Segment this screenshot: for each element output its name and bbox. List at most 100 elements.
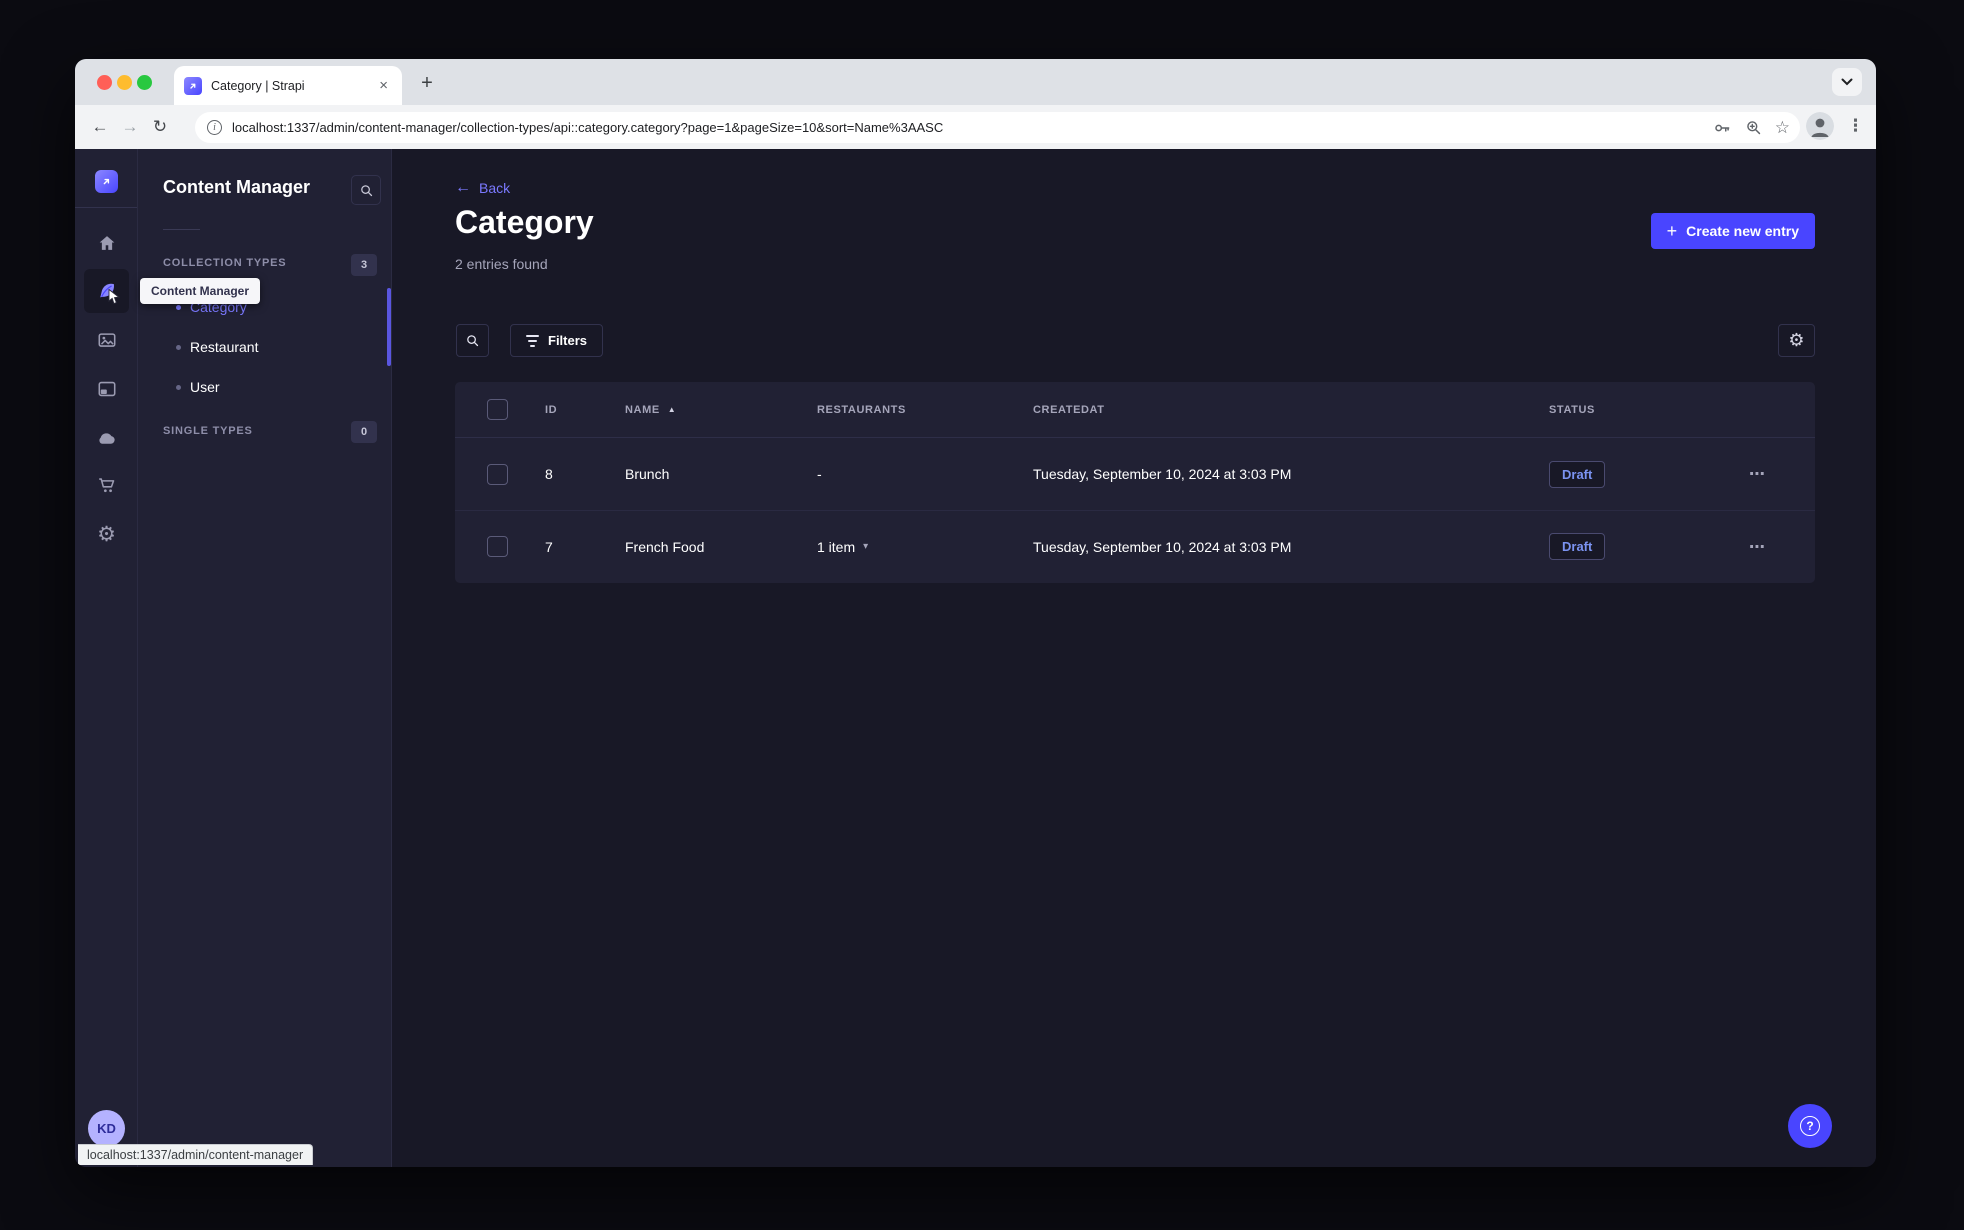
checkbox-cell <box>455 536 545 557</box>
help-button[interactable]: ? <box>1788 1104 1832 1148</box>
cursor-pointer-icon <box>108 289 121 305</box>
desktop: Category | Strapi × + ← → ↻ i localhost:… <box>0 0 1964 1230</box>
cell-name: French Food <box>625 538 705 555</box>
table-search-button[interactable] <box>456 324 489 357</box>
link-status-tooltip: localhost:1337/admin/content-manager <box>78 1144 314 1165</box>
filter-icon <box>526 334 539 347</box>
table-row[interactable]: 8 Brunch - Tuesday, September 10, 2024 at 3… <box>455 438 1815 510</box>
cell-name: Brunch <box>625 466 670 482</box>
strapi-logo[interactable] <box>95 170 118 193</box>
url-text[interactable]: localhost:1337/admin/content-manager/col… <box>232 120 943 135</box>
row-actions-button[interactable]: ⋯ <box>1739 539 1766 556</box>
media-library-icon[interactable] <box>84 320 129 360</box>
filters-button[interactable]: Filters <box>510 324 604 357</box>
status-cell: Draft <box>1549 460 1739 488</box>
bookmark-star-icon[interactable]: ☆ <box>1775 118 1790 138</box>
entries-table: ID NAME ▲ RESTAURANTS CREATEDAT STATUS 8 B… <box>455 382 1815 583</box>
subnav-search-button[interactable] <box>351 175 381 205</box>
window-minimize-button[interactable] <box>117 75 132 90</box>
cell-id: 7 <box>545 538 553 555</box>
content-type-builder-icon[interactable] <box>84 369 129 409</box>
rail-divider <box>75 207 137 208</box>
subnav-scrollbar-thumb[interactable] <box>387 288 391 366</box>
browser-tab[interactable]: Category | Strapi × <box>174 66 402 105</box>
subnav-title: Content Manager <box>163 177 311 197</box>
window-zoom-button[interactable] <box>137 75 152 90</box>
tab-search-chevron-icon[interactable] <box>1832 68 1862 96</box>
select-all-checkbox[interactable] <box>487 399 508 420</box>
restaurants-count: 1 item <box>817 538 856 555</box>
site-info-icon[interactable]: i <box>207 120 222 135</box>
single-types-badge: 0 <box>351 421 377 443</box>
create-new-entry-button[interactable]: + Create new entry <box>1650 213 1815 249</box>
browser-profile-avatar[interactable] <box>1806 112 1834 140</box>
subnav-item-user[interactable]: User <box>138 367 391 407</box>
tab-title: Category | Strapi <box>211 78 305 93</box>
checkbox-cell <box>455 463 545 485</box>
column-header-restaurants[interactable]: RESTAURANTS <box>817 404 1033 416</box>
table-row[interactable]: 7 French Food 1 item ▾ Tuesday, September 10… <box>455 510 1815 582</box>
browser-menu-kebab-icon[interactable]: ⋮ <box>1847 116 1864 136</box>
restaurants-count: - <box>817 466 822 482</box>
strapi-favicon-icon <box>184 76 202 95</box>
entries-count: 2 entries found <box>455 256 548 272</box>
main-nav-rail: ⚙ KD <box>75 149 138 1167</box>
subnav-item-label: User <box>190 379 220 395</box>
bullet-icon <box>176 344 181 350</box>
column-header-createdat[interactable]: CREATEDAT <box>1033 404 1549 416</box>
collection-types-label: COLLECTION TYPES <box>163 257 287 269</box>
home-icon[interactable] <box>84 223 129 263</box>
browser-window: Category | Strapi × + ← → ↻ i localhost:… <box>75 59 1876 1167</box>
back-arrow-icon: ← <box>455 179 471 196</box>
bullet-icon <box>176 304 181 310</box>
row-checkbox[interactable] <box>487 536 508 557</box>
settings-gear-icon[interactable]: ⚙ <box>84 514 129 554</box>
subnav-item-restaurant[interactable]: Restaurant <box>138 327 391 367</box>
password-key-icon[interactable] <box>1712 118 1732 138</box>
back-label: Back <box>479 180 511 196</box>
cloud-icon[interactable] <box>84 417 129 457</box>
content-manager-icon[interactable] <box>84 269 129 313</box>
cell-createdat: Tuesday, September 10, 2024 at 3:03 PM <box>1033 538 1292 555</box>
main-content: ← Back Category 2 entries found + Create… <box>392 149 1876 1167</box>
question-mark-icon: ? <box>1800 1116 1820 1136</box>
tab-close-icon[interactable]: × <box>375 77 392 94</box>
bullet-icon <box>176 384 181 390</box>
user-avatar[interactable]: KD <box>88 1110 125 1147</box>
chevron-down-icon: ▾ <box>863 541 869 552</box>
column-header-id[interactable]: ID <box>545 404 625 416</box>
table-header-row: ID NAME ▲ RESTAURANTS CREATEDAT STATUS <box>455 382 1815 438</box>
collection-types-badge: 3 <box>351 254 377 276</box>
sort-asc-icon: ▲ <box>667 405 677 414</box>
window-close-button[interactable] <box>97 75 112 90</box>
marketplace-cart-icon[interactable] <box>84 465 129 505</box>
address-bar[interactable]: i localhost:1337/admin/content-manager/c… <box>195 112 1800 143</box>
cell-createdat: Tuesday, September 10, 2024 at 3:03 PM <box>1033 466 1292 482</box>
content-manager-tooltip: Content Manager <box>140 278 261 304</box>
subnav-item-label: Restaurant <box>190 339 259 355</box>
collection-types-list: Category Restaurant User <box>138 287 391 407</box>
cell-id: 8 <box>545 466 553 482</box>
row-actions-button[interactable]: ⋯ <box>1739 466 1766 483</box>
browser-toolbar: ← → ↻ i localhost:1337/admin/content-man… <box>75 105 1876 149</box>
column-header-name[interactable]: NAME ▲ <box>625 404 817 416</box>
browser-forward-icon[interactable]: → <box>115 112 145 142</box>
view-settings-button[interactable]: ⚙ <box>1778 324 1815 357</box>
new-tab-button[interactable]: + <box>413 69 441 97</box>
back-link[interactable]: ← Back <box>455 179 510 197</box>
single-types-label: SINGLE TYPES <box>163 425 253 437</box>
plus-icon: + <box>1666 221 1678 241</box>
strapi-app: ⚙ KD Content Manager COLLECTION TYPES 3 … <box>75 149 1876 1167</box>
status-cell: Draft <box>1549 533 1739 560</box>
status-badge: Draft <box>1549 533 1606 560</box>
column-header-status[interactable]: STATUS <box>1549 404 1739 416</box>
gear-icon: ⚙ <box>1788 330 1805 350</box>
zoom-icon[interactable] <box>1744 118 1763 137</box>
cell-restaurants[interactable]: 1 item ▾ <box>817 539 1033 555</box>
row-checkbox[interactable] <box>487 463 508 485</box>
cell-restaurants: - <box>817 466 1033 482</box>
browser-reload-icon[interactable]: ↻ <box>145 112 175 142</box>
browser-back-icon[interactable]: ← <box>85 112 115 142</box>
status-badge: Draft <box>1549 460 1606 488</box>
table-body: 8 Brunch - Tuesday, September 10, 2024 at 3… <box>455 438 1815 582</box>
